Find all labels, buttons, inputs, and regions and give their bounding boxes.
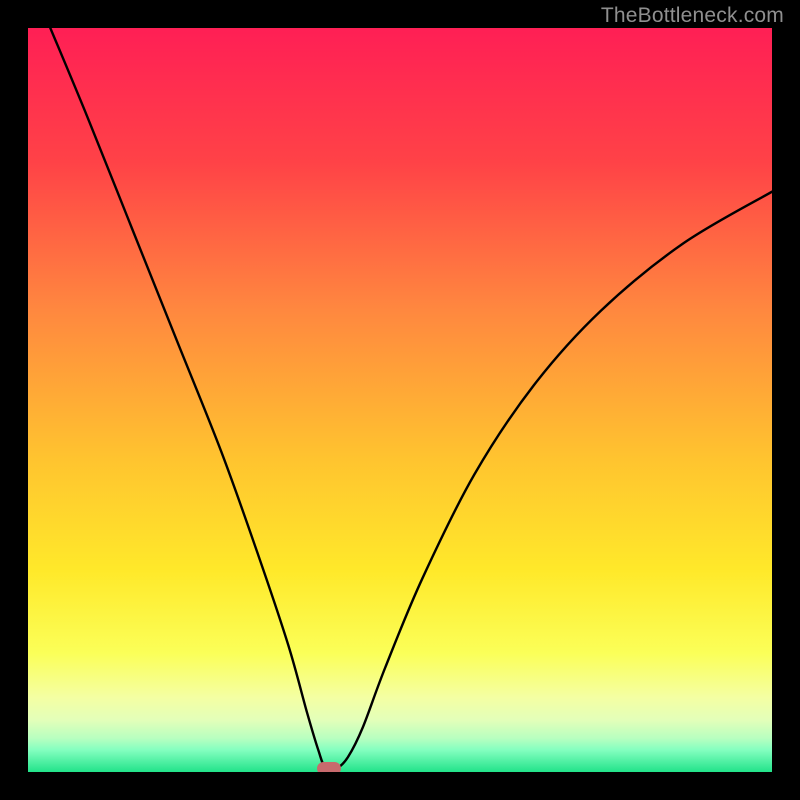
optimal-point-marker bbox=[317, 762, 341, 772]
outer-frame: TheBottleneck.com bbox=[0, 0, 800, 800]
bottleneck-curve bbox=[28, 28, 772, 772]
plot-area bbox=[28, 28, 772, 772]
watermark-text: TheBottleneck.com bbox=[601, 4, 784, 28]
